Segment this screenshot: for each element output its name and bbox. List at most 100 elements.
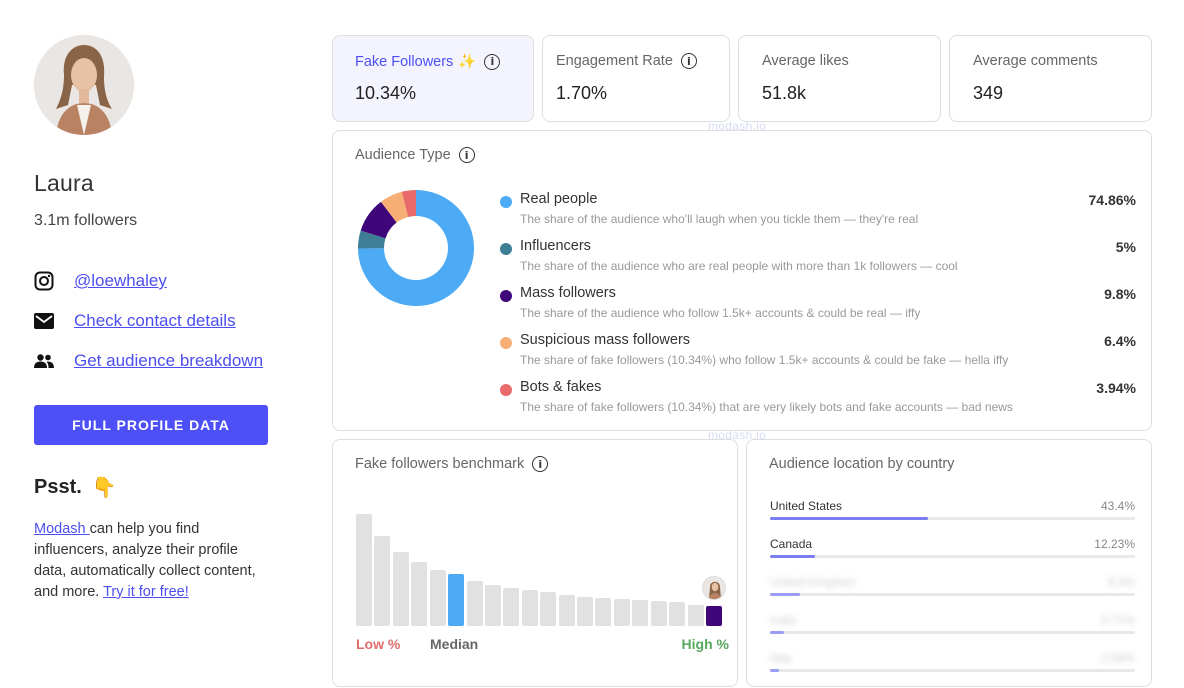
location-bar-track — [770, 669, 1135, 672]
location-bar-fill — [770, 555, 815, 558]
legend-dot — [500, 337, 512, 349]
audience-type-card: Audience Type i Real people The share of… — [332, 130, 1152, 431]
legend-dot — [500, 290, 512, 302]
avatar — [34, 35, 134, 135]
location-bar-track — [770, 517, 1135, 520]
benchmark-bar — [503, 587, 520, 626]
promo-text: Modash can help you find influencers, an… — [34, 519, 274, 603]
audience-type-item: Influencers The share of the audience wh… — [500, 238, 1136, 285]
benchmark-bar — [687, 604, 704, 626]
benchmark-bar — [374, 536, 391, 626]
stat-value: 51.8k — [762, 83, 807, 103]
benchmark-median-label: Median — [430, 636, 479, 652]
audience-type-name: Mass followers — [520, 285, 616, 301]
full-profile-data-button[interactable]: FULL PROFILE DATA — [34, 405, 268, 445]
stat-value: 349 — [973, 83, 1004, 103]
audience-type-description: The share of fake followers (10.34%) who… — [520, 353, 1009, 367]
audience-type-percent: 3.94% — [1096, 380, 1136, 396]
location-bar-fill — [770, 631, 784, 634]
audience-breakdown-link[interactable]: Get audience breakdown — [74, 351, 263, 371]
benchmark-bar — [521, 590, 538, 626]
audience-location-card: Audience location by country United Stat… — [746, 439, 1152, 687]
benchmark-bar — [540, 592, 557, 626]
benchmark-bar — [595, 598, 612, 626]
benchmark-bar — [429, 570, 446, 626]
instagram-icon — [34, 271, 54, 291]
stat-card-fake-followers[interactable]: Fake Followers ✨ i 10.34% — [332, 35, 534, 122]
country-percent: 43.4% — [1100, 499, 1135, 513]
audience-type-name: Bots & fakes — [520, 379, 602, 395]
section-title: Audience location by country — [769, 456, 955, 472]
benchmark-bar — [484, 584, 501, 626]
audience-donut-chart — [358, 190, 474, 306]
pointing-down-icon: 👇 — [91, 477, 117, 499]
location-bar-track — [770, 555, 1135, 558]
benchmark-low-label: Low % — [356, 636, 401, 652]
country-percent: 3.71% — [1100, 613, 1135, 627]
audience-type-name: Suspicious mass followers — [520, 332, 691, 348]
location-bar-track — [770, 593, 1135, 596]
stat-label: Average likes — [762, 53, 849, 69]
info-icon[interactable]: i — [484, 53, 501, 70]
country-percent: 2.59% — [1100, 651, 1135, 665]
info-icon[interactable]: i — [458, 147, 475, 163]
stat-card-average-comments[interactable]: Average comments 349 — [949, 35, 1152, 122]
audience-type-description: The share of the audience who'll laugh w… — [520, 212, 919, 226]
section-title: Fake followers benchmark i — [355, 456, 549, 472]
location-item: United Kingdom 8.3% — [770, 575, 1135, 613]
location-item: Italy 2.59% — [770, 651, 1135, 688]
instagram-link-row[interactable]: @loewhaley — [34, 269, 167, 293]
section-title-text: Audience Type — [355, 147, 451, 163]
stat-label-text: Fake Followers — [355, 53, 454, 70]
benchmark-bar — [632, 600, 649, 626]
section-title-text: Fake followers benchmark — [355, 456, 525, 472]
people-icon — [34, 351, 54, 371]
promo-heading: Psst. 👇 — [34, 475, 117, 500]
avatar-portrait — [34, 35, 134, 135]
instagram-handle-link[interactable]: @loewhaley — [74, 271, 167, 291]
profile-name: Laura — [34, 170, 94, 196]
try-free-link[interactable]: Try it for free! — [103, 584, 189, 600]
audience-type-name: Influencers — [520, 238, 591, 254]
benchmark-bar — [613, 599, 630, 626]
location-bar-track — [770, 631, 1135, 634]
mail-icon — [34, 311, 54, 331]
country-name: United States — [770, 499, 843, 513]
benchmark-bar — [466, 581, 483, 626]
follower-count: 3.1m followers — [34, 212, 138, 229]
section-title: Audience Type i — [355, 147, 475, 163]
country-percent: 8.3% — [1107, 575, 1135, 589]
contact-link-row[interactable]: Check contact details — [34, 309, 236, 333]
audience-type-percent: 5% — [1115, 239, 1136, 255]
country-name: Italy — [770, 651, 793, 665]
location-item: India 3.71% — [770, 613, 1135, 651]
country-name: United Kingdom — [770, 575, 856, 589]
location-bar-fill — [770, 593, 801, 596]
benchmark-bar-current — [706, 605, 722, 626]
location-bar-fill — [770, 669, 780, 672]
stat-card-engagement-rate[interactable]: Engagement Rate i 1.70% — [542, 35, 730, 122]
audience-type-item: Bots & fakes The share of fake followers… — [500, 379, 1136, 426]
info-icon[interactable]: i — [680, 53, 697, 69]
contact-details-link[interactable]: Check contact details — [74, 311, 236, 331]
modash-link[interactable]: Modash — [34, 521, 90, 537]
audience-type-description: The share of fake followers (10.34%) tha… — [520, 400, 1013, 414]
benchmark-bar — [577, 596, 594, 626]
promo-heading-text: Psst. — [34, 476, 82, 498]
audience-type-name: Real people — [520, 191, 598, 207]
audience-link-row[interactable]: Get audience breakdown — [34, 349, 263, 373]
audience-type-list: Real people The share of the audience wh… — [500, 191, 1136, 426]
legend-dot — [500, 196, 512, 208]
legend-dot — [500, 384, 512, 396]
benchmark-bar — [558, 594, 575, 626]
stat-card-average-likes[interactable]: Average likes 51.8k — [738, 35, 941, 122]
audience-type-item: Suspicious mass followers The share of f… — [500, 332, 1136, 379]
fake-followers-benchmark-card: Fake followers benchmark i Low % Median … — [332, 439, 738, 687]
audience-type-description: The share of the audience who follow 1.5… — [520, 306, 921, 320]
benchmark-bar-median — [448, 574, 465, 626]
info-icon[interactable]: i — [532, 456, 549, 472]
location-list: United States 43.4% Canada 12.23% United… — [770, 499, 1135, 688]
benchmark-bar — [411, 562, 428, 626]
stat-label: Average comments — [973, 53, 1098, 69]
legend-dot — [500, 243, 512, 255]
